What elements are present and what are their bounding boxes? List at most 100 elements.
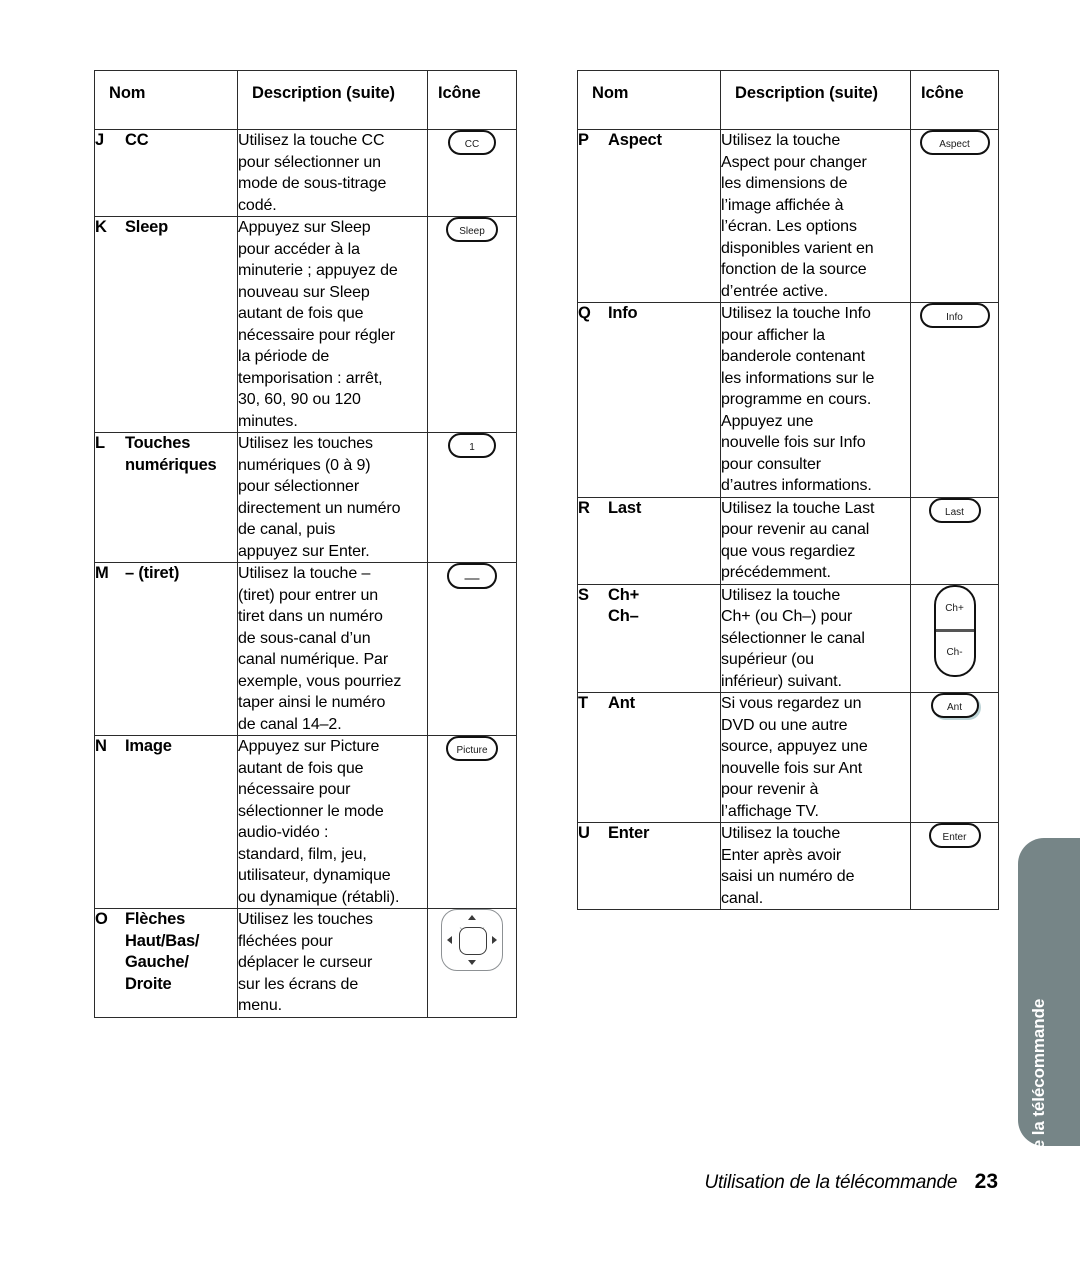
row-name-label: Touches numériques <box>125 434 217 474</box>
row-description-text: Si vous regardez un DVD ou une autre sou… <box>721 695 868 820</box>
row-name-label: Last <box>608 498 642 517</box>
chapter-side-tab-label: Utilisation de la télécommande <box>1029 998 1048 1246</box>
picture-key-icon: Picture <box>446 736 498 761</box>
row-name-cell: L Touches numériques <box>94 432 238 563</box>
info-key-icon: Info <box>919 303 990 328</box>
row-description-cell: Utilisez les touches fléchées pour dépla… <box>237 908 428 1018</box>
arrow-left-icon <box>447 936 452 944</box>
cc-key-icon: CC <box>448 130 496 155</box>
table-row: J CC Utilisez la touche CC pour sélectio… <box>94 129 517 217</box>
row-icon-cell: Enter <box>910 822 999 910</box>
table-row: N Image Appuyez sur Picture autant de fo… <box>94 735 517 909</box>
table-row: U Enter Utilisez la touche Enter après a… <box>577 822 999 910</box>
header-cell-icon: Icône <box>910 70 999 130</box>
row-name-label: Ant <box>608 694 635 712</box>
row-description-cell: Utilisez la touche Enter après avoir sai… <box>720 822 911 910</box>
row-name-cell: N Image <box>94 735 238 909</box>
row-description-text: Appuyez sur Picture autant de fois que n… <box>238 738 400 906</box>
row-name-label: CC <box>125 131 149 149</box>
header-cell-icon: Icône <box>427 70 517 130</box>
header-cell-name: Nom <box>577 70 721 130</box>
row-letter: U <box>578 824 590 842</box>
table-row: R Last Utilisez la touche Last pour reve… <box>577 496 999 585</box>
row-description-cell: Appuyez sur Picture autant de fois que n… <box>237 735 428 909</box>
row-icon-cell: Ch+ Ch- <box>910 583 999 693</box>
enter-key-icon: Enter <box>928 823 981 848</box>
row-letter: P <box>578 131 590 149</box>
number-key-icon: 1 <box>448 433 496 458</box>
row-icon-cell: 1 <box>427 432 517 563</box>
row-description-text: Utilisez la touche Last pour revenir au … <box>721 499 875 582</box>
table-row: S Ch+ Ch– Utilisez la touche Ch+ (ou Ch–… <box>577 583 999 693</box>
row-description-text: Utilisez la touche Ch+ (ou Ch–) pour sél… <box>721 586 865 690</box>
row-name-cell: M – (tiret) <box>94 562 238 736</box>
ant-key-icon: Ant <box>930 693 979 718</box>
channel-rocker-icon: Ch+ Ch- <box>933 584 976 677</box>
row-description-cell: Utilisez la touche CC pour sélectionner … <box>237 129 428 217</box>
channel-up-label: Ch+ <box>945 603 964 614</box>
table-row: Q Info Utilisez la touche Info pour affi… <box>577 302 999 498</box>
header-cell-description: Description (suite) <box>720 70 911 130</box>
row-icon-cell: Info <box>910 302 999 498</box>
row-name-cell: J CC <box>94 129 238 217</box>
table-row: P Aspect Utilisez la touche Aspect pour … <box>577 129 999 303</box>
page-footer: Utilisation de la télécommande 23 <box>0 1170 1080 1194</box>
row-icon-cell: Picture <box>427 735 517 909</box>
row-name-label: Ch+ Ch– <box>608 585 640 626</box>
row-description-cell: Utilisez la touche Last pour revenir au … <box>720 496 911 585</box>
row-name-cell: Q Info <box>577 302 721 498</box>
row-description-cell: Utilisez les touches numériques (0 à 9) … <box>237 432 428 563</box>
header-cell-name: Nom <box>94 70 238 130</box>
header-label-name: Nom <box>592 84 629 102</box>
row-name-cell: T Ant <box>577 692 721 823</box>
direction-pad-icon <box>441 909 503 971</box>
header-label-name: Nom <box>109 84 146 102</box>
row-icon-cell: Aspect <box>910 129 999 303</box>
rocker-divider <box>935 629 974 632</box>
header-label-icon: Icône <box>921 84 964 102</box>
table-header-row: Nom Description (suite) Icône <box>94 70 517 130</box>
row-description-text: Utilisez la touche – (tiret) pour entrer… <box>238 565 402 733</box>
table-row: T Ant Si vous regardez un DVD ou une aut… <box>577 692 999 823</box>
row-letter: S <box>578 585 590 604</box>
row-description-cell: Utilisez la touche – (tiret) pour entrer… <box>237 562 428 736</box>
row-name-cell: O Flèches Haut/Bas/ Gauche/ Droite <box>94 908 238 1018</box>
header-cell-description: Description (suite) <box>237 70 428 130</box>
header-label-description: Description (suite) <box>735 84 878 102</box>
row-name-label: Sleep <box>125 218 169 236</box>
row-name-cell: R Last <box>577 496 721 585</box>
last-key-icon: Last <box>928 497 981 523</box>
row-letter: R <box>578 498 590 517</box>
remote-keys-table-left: Nom Description (suite) Icône J CC Utili… <box>94 70 517 1018</box>
row-name-label: – (tiret) <box>125 564 180 582</box>
row-name-cell: K Sleep <box>94 216 238 433</box>
row-description-cell: Utilisez la touche Ch+ (ou Ch–) pour sél… <box>720 583 911 693</box>
footer-title: Utilisation de la télécommande <box>704 1172 958 1193</box>
arrow-right-icon <box>492 936 497 944</box>
sleep-key-icon: Sleep <box>446 217 498 242</box>
row-name-label: Image <box>125 737 172 755</box>
chapter-side-tab: Utilisation de la télécommande <box>1018 838 1080 1245</box>
row-icon-cell <box>427 908 517 1018</box>
row-icon-cell: Last <box>910 496 999 585</box>
footer-page-number: 23 <box>974 1170 998 1193</box>
row-name-cell: P Aspect <box>577 129 721 303</box>
row-name-label: Aspect <box>608 131 662 149</box>
row-letter: J <box>95 131 105 149</box>
row-description-cell: Utilisez la touche Info pour afficher la… <box>720 302 911 498</box>
row-description-text: Utilisez la touche Enter après avoir sai… <box>721 825 855 907</box>
row-description-cell: Si vous regardez un DVD ou une autre sou… <box>720 692 911 823</box>
dpad-center-button <box>459 927 487 955</box>
arrow-down-icon <box>468 960 476 965</box>
dash-key-icon: — <box>447 563 497 589</box>
row-description-text: Utilisez la touche Info pour afficher la… <box>721 305 875 494</box>
row-letter: L <box>95 434 106 452</box>
row-description-cell: Utilisez la touche Aspect pour changer l… <box>720 129 911 303</box>
row-description-text: Utilisez la touche Aspect pour changer l… <box>721 132 874 300</box>
row-icon-cell: Ant <box>910 692 999 823</box>
row-icon-cell: CC <box>427 129 517 217</box>
row-name-label: Info <box>608 304 638 322</box>
row-name-label: Flèches Haut/Bas/ Gauche/ Droite <box>125 910 200 993</box>
remote-keys-table-right: Nom Description (suite) Icône P Aspect U… <box>577 70 999 910</box>
table-row: L Touches numériques Utilisez les touche… <box>94 432 517 563</box>
